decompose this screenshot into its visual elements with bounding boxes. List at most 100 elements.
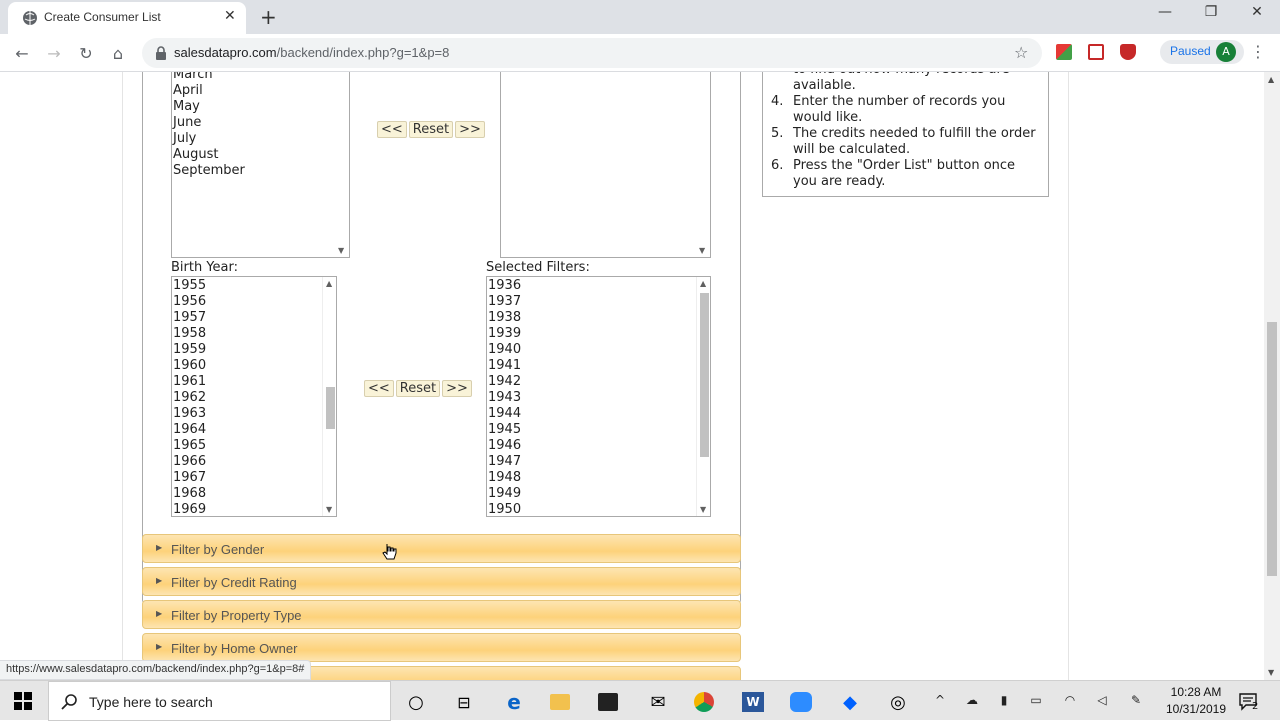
task-view-icon[interactable]: ⊟ [452,690,476,714]
birth-year-list-scrollbar[interactable]: ▲ ▼ [322,277,336,516]
taskbar-search-box[interactable]: Type here to search [48,681,391,721]
birth-year-available-list[interactable]: 1955 1956 1957 1958 1959 1960 1961 1962 1963 1964… [171,276,337,517]
kebab-menu-icon[interactable]: ⋮ [1250,42,1266,61]
birth-year-option[interactable]: 1968 [172,486,336,502]
chevron-up-icon[interactable]: ^ [932,693,948,709]
birth-year-option[interactable]: 1956 [172,294,336,310]
selected-year-option[interactable]: 1942 [487,374,710,390]
birth-year-option[interactable]: 1966 [172,454,336,470]
month-selected-list[interactable]: ▼ [500,72,711,258]
birth-year-option[interactable]: 1964 [172,422,336,438]
record-icon[interactable]: ◎ [886,690,910,714]
windows-logo-icon[interactable] [14,692,32,710]
selected-year-option[interactable]: 1950 [487,502,710,516]
cortana-icon[interactable]: ○ [404,690,428,714]
month-option[interactable]: September [172,163,349,179]
forward-arrow-icon[interactable]: → [42,41,66,65]
birth-year-selected-list[interactable]: 1936 1937 1938 1939 1940 1941 1942 1943 1944 1945… [486,276,711,517]
minimize-icon[interactable]: — [1142,4,1188,20]
birth-year-option[interactable]: 1960 [172,358,336,374]
accordion-gender[interactable]: ▶ Filter by Gender [142,534,741,563]
page-scrollbar[interactable]: ▲ ▼ [1264,72,1280,680]
window-close-icon[interactable]: ✕ [1234,4,1280,20]
dropbox-icon[interactable]: ◆ [838,690,862,714]
selected-year-option[interactable]: 1945 [487,422,710,438]
month-option[interactable]: July [172,131,349,147]
scroll-thumb[interactable] [700,293,709,457]
selected-year-option[interactable]: 1938 [487,310,710,326]
birth-year-option[interactable]: 1967 [172,470,336,486]
selected-year-option[interactable]: 1949 [487,486,710,502]
month-remove-button[interactable]: << [377,121,407,138]
wifi-icon[interactable]: ◠ [1062,693,1078,709]
scroll-down-icon[interactable]: ▼ [1268,668,1274,677]
accordion-property-type[interactable]: ▶ Filter by Property Type [142,600,741,629]
scroll-up-icon[interactable]: ▲ [700,279,706,288]
browser-tab[interactable]: Create Consumer List ✕ [8,2,246,34]
file-explorer-icon[interactable] [550,694,570,710]
scroll-thumb[interactable] [326,387,335,429]
selected-year-option[interactable]: 1941 [487,358,710,374]
month-option[interactable]: June [172,115,349,131]
scroll-up-icon[interactable]: ▲ [326,279,332,288]
selected-year-option[interactable]: 1943 [487,390,710,406]
home-icon[interactable]: ⌂ [106,41,130,65]
month-available-list[interactable]: March April May June July August September ▼ [171,72,350,258]
scroll-down-icon[interactable]: ▼ [326,505,332,514]
selected-year-option[interactable]: 1936 [487,278,710,294]
month-option[interactable]: May [172,99,349,115]
accordion-home-owner[interactable]: ▶ Filter by Home Owner [142,633,741,662]
scroll-down-icon[interactable]: ▼ [338,246,344,255]
scroll-up-icon[interactable]: ▲ [1268,75,1274,84]
selected-year-option[interactable]: 1946 [487,438,710,454]
pen-icon[interactable]: ✎ [1128,693,1144,709]
scroll-down-icon[interactable]: ▼ [700,505,706,514]
extension-icon[interactable] [1056,44,1072,60]
birth-year-option[interactable]: 1957 [172,310,336,326]
month-add-button[interactable]: >> [455,121,485,138]
birth-year-option[interactable]: 1963 [172,406,336,422]
birth-year-reset-button[interactable]: Reset [395,380,441,397]
accordion-credit-rating[interactable]: ▶ Filter by Credit Rating [142,567,741,596]
birth-year-option[interactable]: 1959 [172,342,336,358]
month-option[interactable]: April [172,83,349,99]
volume-icon[interactable]: ◁ [1094,693,1110,709]
mail-icon[interactable]: ✉ [646,690,670,714]
birth-year-add-button[interactable]: >> [442,380,472,397]
reload-icon[interactable]: ↻ [74,41,98,65]
back-arrow-icon[interactable]: ← [10,41,34,65]
tab-close-icon[interactable]: ✕ [224,8,236,24]
battery-icon[interactable]: ▭ [1028,693,1044,709]
birth-year-option[interactable]: 1962 [172,390,336,406]
selected-year-option[interactable]: 1939 [487,326,710,342]
restore-icon[interactable]: ❐ [1188,4,1234,20]
word-icon[interactable]: W [742,692,764,712]
selected-year-option[interactable]: 1940 [487,342,710,358]
usb-icon[interactable]: ▮ [996,693,1012,709]
selected-year-option[interactable]: 1944 [487,406,710,422]
month-option[interactable]: March [172,72,349,83]
scroll-down-icon[interactable]: ▼ [699,246,705,255]
month-reset-button[interactable]: Reset [408,121,454,138]
birth-year-option[interactable]: 1969 [172,502,336,516]
profile-button[interactable]: Paused A [1160,40,1244,64]
birth-year-option[interactable]: 1958 [172,326,336,342]
clock[interactable]: 10:28 AM 10/31/2019 [1156,684,1236,718]
shield-icon[interactable] [1120,44,1136,60]
month-selected-scrollbar[interactable]: ▼ [696,72,710,257]
cloud-icon[interactable]: ☁ [964,693,980,709]
edge-icon[interactable]: e [502,690,526,714]
pocket-icon[interactable] [1088,44,1104,60]
page-scroll-thumb[interactable] [1267,322,1277,576]
selected-year-option[interactable]: 1947 [487,454,710,470]
chrome-icon[interactable] [694,692,714,712]
birth-year-option[interactable]: 1965 [172,438,336,454]
selected-list-scrollbar[interactable]: ▲ ▼ [696,277,710,516]
month-list-scrollbar[interactable]: ▼ [335,72,349,257]
birth-year-option[interactable]: 1961 [172,374,336,390]
store-icon[interactable] [598,693,618,711]
selected-year-option[interactable]: 1937 [487,294,710,310]
birth-year-option[interactable]: 1955 [172,278,336,294]
month-option[interactable]: August [172,147,349,163]
selected-year-option[interactable]: 1948 [487,470,710,486]
